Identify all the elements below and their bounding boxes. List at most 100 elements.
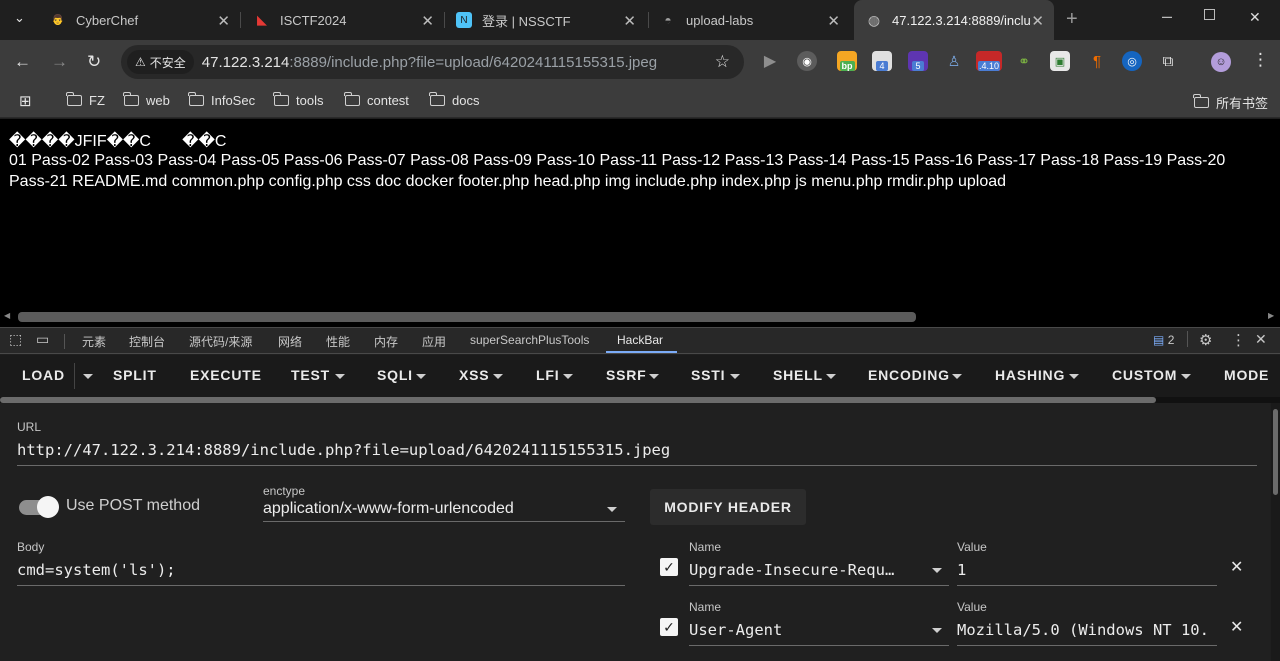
tab-sources[interactable]: 源代码/来源 <box>189 333 252 350</box>
load-button[interactable]: LOAD <box>22 367 65 383</box>
tab-elements[interactable]: 元素 <box>82 333 106 350</box>
extension-green-icon[interactable]: ▣ <box>1050 51 1070 71</box>
ssti-menu[interactable]: SSTI <box>691 367 725 383</box>
modify-header-button[interactable]: MODIFY HEADER <box>650 489 806 525</box>
spy-extension-icon[interactable]: ◉ <box>797 51 817 71</box>
custom-menu[interactable]: CUSTOM <box>1112 367 1177 383</box>
hashing-menu[interactable]: HASHING <box>995 367 1065 383</box>
tab-search-chevron-icon[interactable]: ⌄ <box>14 10 25 26</box>
tab-hackbar[interactable]: HackBar <box>617 333 663 347</box>
remove-header-close-icon[interactable]: ✕ <box>1230 557 1243 577</box>
tab-nssctf[interactable]: N 登录 | NSSCTF ✕ <box>456 0 636 40</box>
back-arrow-icon[interactable]: ← <box>14 52 31 72</box>
lfi-menu[interactable]: LFI <box>536 367 559 383</box>
apps-grid-icon[interactable]: ⊞ <box>19 92 32 110</box>
close-icon[interactable]: ✕ <box>1031 12 1044 30</box>
close-icon[interactable]: ✕ <box>827 12 840 30</box>
folder-icon <box>345 95 360 106</box>
ssrf-menu[interactable]: SSRF <box>606 367 647 383</box>
header-name-input[interactable]: Upgrade-Insecure-Requ… <box>689 561 914 579</box>
extension-badge-5-icon[interactable]: 5 <box>908 51 928 71</box>
window-close-icon[interactable]: ✕ <box>1249 9 1261 26</box>
reload-icon[interactable]: ↻ <box>87 52 101 72</box>
all-bookmarks-folder[interactable]: 所有书签 <box>1194 93 1268 112</box>
spy-icon: ◓ <box>660 12 676 28</box>
paragraph-extension-icon[interactable]: ¶ <box>1087 51 1107 71</box>
address-bar[interactable]: ⚠ 不安全 47.122.3.214:8889/include.php?file… <box>121 45 744 79</box>
sqli-menu[interactable]: SQLI <box>377 367 413 383</box>
play-icon[interactable]: ▶ <box>760 51 780 71</box>
more-vertical-icon[interactable]: ⋮ <box>1231 331 1246 349</box>
header-value-input[interactable]: Mozilla/5.0 (Windows NT 10. <box>957 621 1219 639</box>
device-toolbar-icon[interactable]: ▭ <box>36 331 49 348</box>
link-extension-icon[interactable]: ⚭ <box>1014 51 1034 71</box>
extension-badge-4-icon[interactable]: 4 <box>872 51 892 71</box>
tab-supersearchplustools[interactable]: superSearchPlusTools <box>470 333 589 347</box>
forward-arrow-icon[interactable]: → <box>51 52 68 72</box>
close-devtools-icon[interactable]: ✕ <box>1255 331 1267 348</box>
header-enabled-checkbox[interactable]: ✓ <box>660 558 678 576</box>
bookmark-star-icon[interactable]: ☆ <box>715 52 730 72</box>
settings-gear-icon[interactable]: ⚙ <box>1199 331 1212 349</box>
url-host: 47.122.3.214 <box>202 54 290 71</box>
tab-network[interactable]: 网络 <box>278 333 302 350</box>
maximize-icon[interactable] <box>1204 9 1215 20</box>
execute-button[interactable]: EXECUTE <box>190 367 262 383</box>
burp-proxy-extension-icon[interactable]: bp <box>837 51 857 71</box>
tab-cyberchef[interactable]: 👨 CyberChef ✕ <box>50 0 230 40</box>
body-input[interactable]: cmd=system('ls'); <box>17 561 625 579</box>
binary-jpeg-header-text: ����JFIF   ��C … <box>9 131 231 151</box>
chevron-down-icon[interactable] <box>932 568 942 573</box>
wappalyzer-icon[interactable]: ♙ <box>944 51 964 71</box>
eye-extension-icon[interactable]: ◎ <box>1122 51 1142 71</box>
tab-application[interactable]: 应用 <box>422 333 446 350</box>
chevron-down-icon[interactable] <box>607 507 617 512</box>
inspect-element-icon[interactable]: ⬚ <box>9 331 22 348</box>
tab-console[interactable]: 控制台 <box>129 333 165 350</box>
close-icon[interactable]: ✕ <box>421 12 434 30</box>
url-input[interactable]: http://47.122.3.214:8889/include.php?fil… <box>17 441 1257 459</box>
bookmark-folder-tools[interactable]: tools <box>274 93 323 108</box>
header-value-input[interactable]: 1 <box>957 561 1217 579</box>
header-enabled-checkbox[interactable]: ✓ <box>660 618 678 636</box>
close-icon[interactable]: ✕ <box>217 12 230 30</box>
shell-menu[interactable]: SHELL <box>773 367 823 383</box>
header-name-input[interactable]: User-Agent <box>689 621 914 639</box>
directory-listing-line: Pass-21 README.md common.php config.php … <box>9 173 1006 191</box>
chevron-down-icon[interactable] <box>932 628 942 633</box>
security-chip[interactable]: ⚠ 不安全 <box>127 50 194 74</box>
test-menu[interactable]: TEST <box>291 367 330 383</box>
split-button[interactable]: SPLIT <box>113 367 157 383</box>
bookmark-folder-contest[interactable]: contest <box>345 93 409 108</box>
mode-menu[interactable]: MODE <box>1224 367 1269 383</box>
remove-header-close-icon[interactable]: ✕ <box>1230 617 1243 637</box>
xss-menu[interactable]: XSS <box>459 367 489 383</box>
tab-isctf2024[interactable]: ◣ ISCTF2024 ✕ <box>254 0 434 40</box>
tab-active-include[interactable]: ◍ 47.122.3.214:8889/inclu ✕ <box>854 0 1054 40</box>
url-text[interactable]: 47.122.3.214:8889/include.php?file=uploa… <box>202 54 657 71</box>
tab-memory[interactable]: 内存 <box>374 333 398 350</box>
extension-410-icon[interactable]: .4.10 <box>976 51 1002 71</box>
bookmark-folder-web[interactable]: web <box>124 93 170 108</box>
encoding-menu[interactable]: ENCODING <box>868 367 950 383</box>
new-tab-plus-icon[interactable]: + <box>1066 8 1078 31</box>
tab-upload-labs[interactable]: ◓ upload-labs ✕ <box>660 0 840 40</box>
bookmark-folder-infosec[interactable]: InfoSec <box>189 93 255 108</box>
enctype-select[interactable]: application/x-www-form-urlencoded <box>263 500 514 518</box>
puzzle-icon[interactable]: ⧉ <box>1158 51 1178 71</box>
issues-badge[interactable]: ▤ 2 <box>1153 333 1174 347</box>
post-method-toggle-knob[interactable] <box>37 496 59 518</box>
close-icon[interactable]: ✕ <box>623 12 636 30</box>
load-dropdown-caret-icon[interactable] <box>83 374 93 379</box>
scroll-left-arrow-icon[interactable]: ◀ <box>4 311 10 320</box>
horizontal-scrollbar[interactable] <box>18 312 916 322</box>
minimize-icon[interactable]: – <box>1162 6 1172 27</box>
scroll-right-arrow-icon[interactable]: ▶ <box>1268 311 1274 320</box>
bookmark-folder-fz[interactable]: FZ <box>67 93 105 108</box>
tab-performance[interactable]: 性能 <box>326 333 350 350</box>
hackbar-vertical-scrollbar[interactable] <box>1271 403 1280 661</box>
profile-avatar[interactable]: ☺ <box>1211 52 1231 72</box>
scrollbar-thumb[interactable] <box>1273 409 1278 495</box>
bookmark-folder-docs[interactable]: docs <box>430 93 479 108</box>
more-vertical-icon[interactable]: ⋮ <box>1252 50 1269 70</box>
